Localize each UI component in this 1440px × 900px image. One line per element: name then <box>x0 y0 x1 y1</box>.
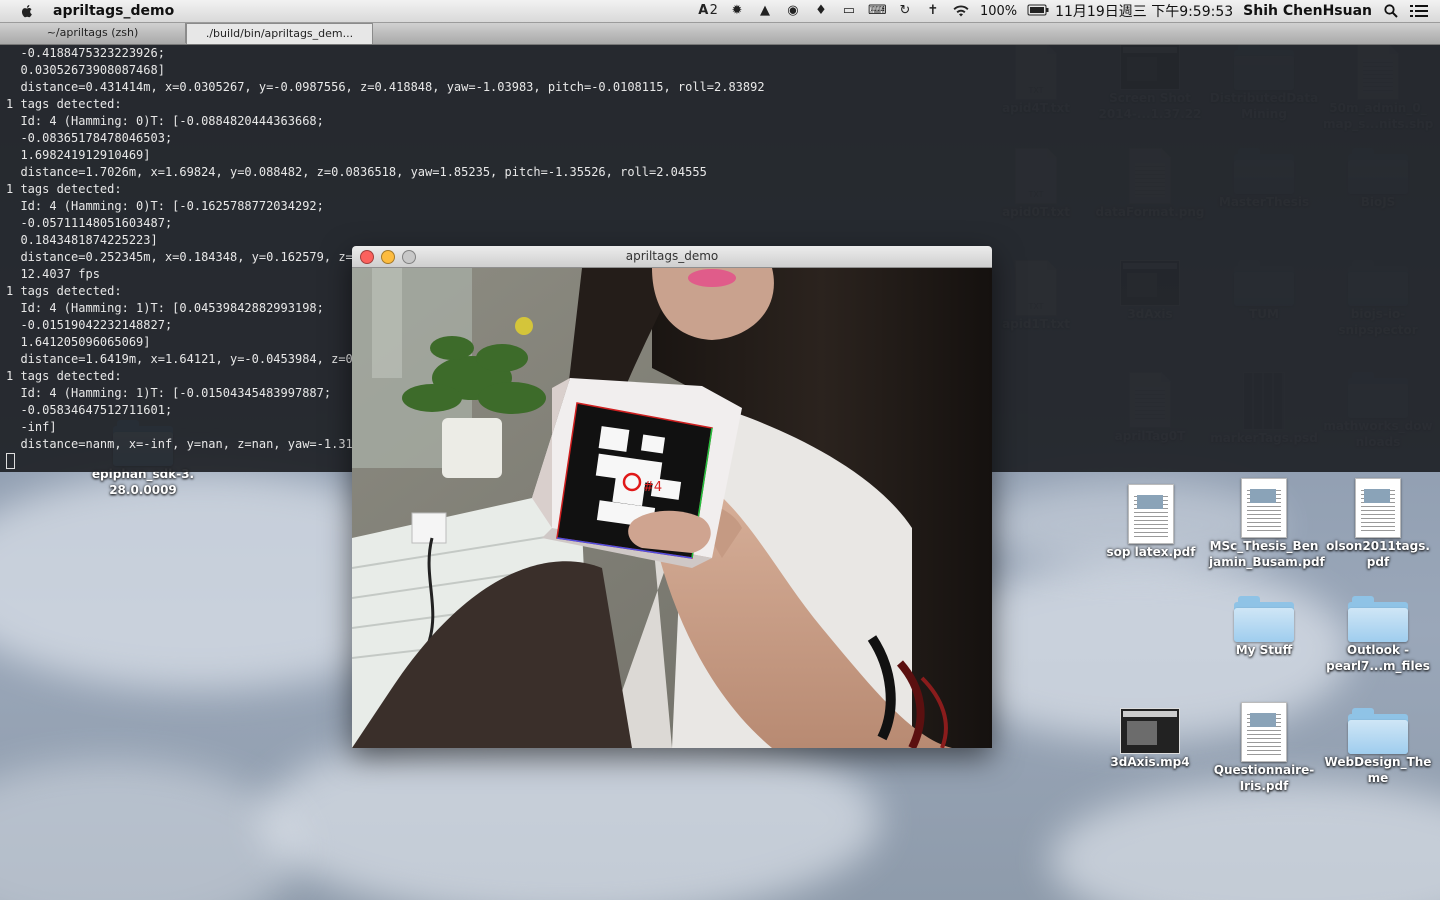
terminal-line: Id: 4 (Hamming: 1)T: [0.0453984288299319… <box>6 301 324 315</box>
camera-frame: #4 <box>352 268 992 748</box>
wifi-icon[interactable] <box>952 4 970 18</box>
terminal-tab-bar: ~/apriltags (zsh) ./build/bin/apriltags_… <box>0 22 1440 45</box>
desktop-icon-label: sop latex.pdf <box>1106 545 1196 559</box>
desktop-icon-label: olson2011tags. pdf <box>1326 539 1430 569</box>
terminal-line: 1.641205096065069] <box>6 335 151 349</box>
battery-icon[interactable] <box>1027 4 1049 18</box>
terminal-line: distance=nanm, x=-inf, y=nan, z=nan, yaw… <box>6 437 361 451</box>
desktop-icon[interactable]: Questionnaire- Iris.pdf <box>1209 702 1319 794</box>
desktop-icon[interactable]: olson2011tags. pdf <box>1323 478 1433 570</box>
time-machine-icon[interactable]: ↻ <box>896 4 914 18</box>
apple-menu-icon[interactable] <box>17 3 37 19</box>
terminal-tab-apriltags[interactable]: ./build/bin/apriltags_dem... <box>186 23 373 44</box>
desktop-icon[interactable]: WebDesign_The me <box>1323 708 1433 786</box>
terminal-line: -0.05711148051603487; <box>6 216 173 230</box>
creative-cloud-icon[interactable]: ✹ <box>728 4 746 18</box>
terminal-line: 1 tags detected: <box>6 97 122 111</box>
terminal-line: 1 tags detected: <box>6 369 122 383</box>
terminal-line: Id: 4 (Hamming: 0)T: [-0.162578877203429… <box>6 199 324 213</box>
terminal-line: 0.03052673908087468] <box>6 63 165 77</box>
evernote-icon[interactable]: ◉ <box>784 4 802 18</box>
terminal-line: -inf] <box>6 420 57 434</box>
notification-center-icon[interactable] <box>1410 4 1428 18</box>
battery-percentage[interactable]: 100% <box>980 4 1017 19</box>
menu-bar: apriltags_demo A 2 ✹ ▲ ◉ ♦ ▭ ⌨ ↻ ✝ 100% … <box>0 0 1440 23</box>
notification-bell-icon[interactable]: ♦ <box>812 4 830 18</box>
terminal-line: -0.08365178478046503; <box>6 131 173 145</box>
menubar-clock[interactable]: 11月19日週三 下午9:59:53 <box>1055 1 1233 21</box>
pdf-file-icon <box>1241 478 1287 538</box>
desktop-icon[interactable]: My Stuff <box>1209 596 1319 658</box>
desktop-icon-label: WebDesign_The me <box>1324 755 1432 785</box>
pdf-file-icon <box>1128 484 1174 544</box>
desktop-icon-label: MSc_Thesis_Ben jamin_Busam.pdf <box>1209 539 1325 569</box>
pdf-file-icon <box>1355 478 1401 538</box>
bluetooth-icon[interactable]: ✝ <box>924 4 942 18</box>
airplay-icon[interactable]: ▭ <box>840 4 858 18</box>
spotlight-search-icon[interactable] <box>1382 4 1400 18</box>
pdf-file-icon <box>1241 702 1287 762</box>
terminal-line: 0.1843481874225223] <box>6 233 158 247</box>
terminal-tab-zsh[interactable]: ~/apriltags (zsh) <box>0 23 186 43</box>
desktop-icon-label: My Stuff <box>1235 643 1293 657</box>
apriltags-camera-window[interactable]: apriltags_demo #4 <box>352 246 992 748</box>
desktop-icon[interactable]: Outlook - pearl7...m_files <box>1323 596 1433 674</box>
active-app-name[interactable]: apriltags_demo <box>53 3 174 19</box>
terminal-line: 1 tags detected: <box>6 284 122 298</box>
desktop-icon[interactable]: MSc_Thesis_Ben jamin_Busam.pdf <box>1209 478 1325 570</box>
folder-icon <box>1234 596 1294 642</box>
terminal-line: -0.01519042232148827; <box>6 318 173 332</box>
terminal-line: distance=0.252345m, x=0.184348, y=0.1625… <box>6 250 361 264</box>
keyboard-icon[interactable]: ⌨ <box>868 4 887 18</box>
desktop-icon-label: Questionnaire- Iris.pdf <box>1213 763 1315 793</box>
desktop-icon[interactable]: 3dAxis.mp4 <box>1095 708 1205 770</box>
user-name[interactable]: Shih ChenHsuan <box>1243 3 1372 19</box>
desktop-icon-label: 3dAxis.mp4 <box>1110 755 1190 769</box>
camera-window-titlebar[interactable]: apriltags_demo <box>352 246 992 268</box>
folder-icon <box>1348 596 1408 642</box>
minimize-button[interactable] <box>381 250 395 264</box>
zoom-button[interactable] <box>402 250 416 264</box>
terminal-line: 1 tags detected: <box>6 182 122 196</box>
terminal-line: 12.4037 fps <box>6 267 100 281</box>
terminal-cursor <box>6 453 15 469</box>
adobe-badge-count: 2 <box>709 3 718 18</box>
terminal-line: distance=1.6419m, x=1.64121, y=-0.045398… <box>6 352 361 366</box>
terminal-line: 1.698241912910469] <box>6 148 151 162</box>
terminal-line: distance=1.7026m, x=1.69824, y=0.088482,… <box>6 165 707 179</box>
folder-icon <box>1348 708 1408 754</box>
camera-window-title: apriltags_demo <box>625 249 719 263</box>
tag-id-label: #4 <box>643 480 662 495</box>
google-drive-icon[interactable]: ▲ <box>756 4 774 18</box>
desktop-icon-label: Outlook - pearl7...m_files <box>1326 643 1430 673</box>
thumbnail-icon <box>1120 708 1180 754</box>
desktop-icon[interactable]: sop latex.pdf <box>1096 484 1206 560</box>
close-button[interactable] <box>360 250 374 264</box>
adobe-icon[interactable]: A 2 <box>698 4 718 18</box>
terminal-line: -0.4188475323223926; <box>6 46 165 60</box>
camera-image: #4 <box>352 268 992 748</box>
terminal-line: -0.05834647512711601; <box>6 403 173 417</box>
terminal-line: distance=0.431414m, x=0.0305267, y=-0.09… <box>6 80 765 94</box>
terminal-line: Id: 4 (Hamming: 1)T: [-0.015043454839978… <box>6 386 332 400</box>
terminal-line: Id: 4 (Hamming: 0)T: [-0.088482044436366… <box>6 114 324 128</box>
